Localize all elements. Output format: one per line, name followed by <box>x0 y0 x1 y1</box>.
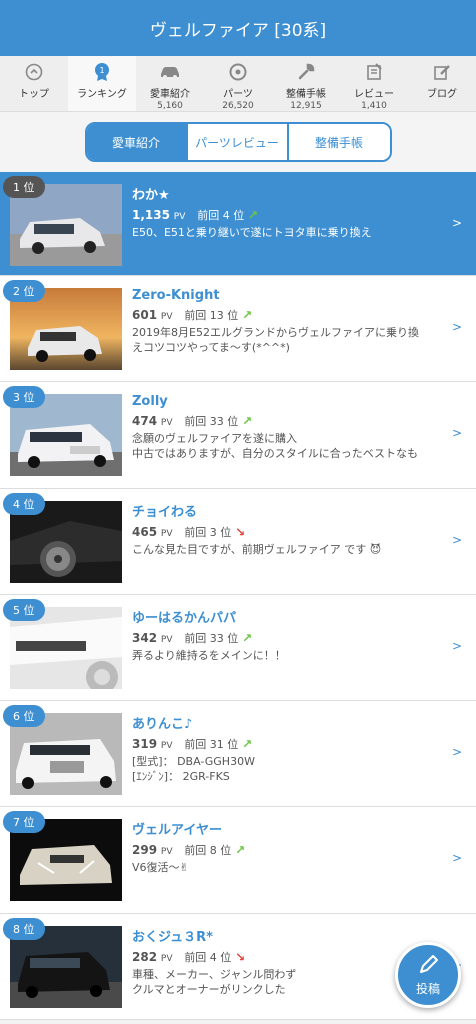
description: [型式]： DBA-GGH30W <box>132 755 255 769</box>
chevron-right-icon: > <box>451 745 462 760</box>
ranking-icon: 1 <box>91 62 113 82</box>
user-name: チョイわる <box>132 504 198 520</box>
segment-parts-review[interactable]: パーツレビュー <box>187 124 289 160</box>
segment-control: 愛車紹介 パーツレビュー 整備手帳 <box>84 122 392 162</box>
user-name: ありんこ♪ <box>132 717 193 733</box>
page-title: ヴェルファイア [30系] <box>149 20 327 41</box>
ranking-item[interactable]: 7 位 ヴェルアイヤー 299 PV 前回 8 位 ↗ V6復活～✌ > <box>0 807 476 914</box>
rank-badge: 1 位 <box>3 176 45 198</box>
ranking-item[interactable]: 3 位 Zolly 474 PV 前回 33 位 ↗ 念願のヴェルファイアを遂に… <box>0 382 476 489</box>
description: 弄るより維持るをメインに！！ <box>132 648 286 662</box>
chevron-right-icon: > <box>451 851 462 866</box>
trend-up-icon: ↗ <box>242 737 253 752</box>
top-icon <box>23 62 45 82</box>
user-name: おくジュ３R* <box>132 929 213 945</box>
rank-badge: 2 位 <box>3 280 45 302</box>
stats-line: 601 PV 前回 13 位 ↗ <box>132 308 253 322</box>
stats-line: 299 PV 前回 8 位 ↗ <box>132 843 246 858</box>
post-button[interactable]: 投稿 <box>395 942 461 1008</box>
tab-blog[interactable]: ブログ <box>408 56 476 111</box>
parts-icon <box>227 62 249 82</box>
ranking-list: 1 位 わか★ 1,135 PV 前回 4 位 ↗ E50、E51と乗り継いで遂… <box>0 172 476 1021</box>
segment-maintenance[interactable]: 整備手帳 <box>288 124 390 160</box>
review-icon <box>363 62 385 82</box>
user-name: わか★ <box>132 188 170 203</box>
trend-up-icon: ↗ <box>242 308 253 322</box>
stats-line: 342 PV 前回 33 位 ↗ <box>132 630 253 645</box>
wrench-icon <box>295 62 317 82</box>
pencil-icon <box>416 953 440 980</box>
chevron-right-icon: > <box>451 426 462 441</box>
stats-line: 474 PV 前回 33 位 ↗ <box>132 414 253 429</box>
ranking-item[interactable]: 5 位 ゆーはるかんパパ 342 PV 前回 33 位 ↗ 弄るより維持るをメイ… <box>0 594 476 702</box>
rank-badge: 5 位 <box>3 598 45 621</box>
ranking-item[interactable]: 4 位 チョイわる 465 PV 前回 3 位 ↘ こんな見た目ですが、前期ヴェ… <box>0 488 476 595</box>
trend-up-icon: ↗ <box>242 630 253 645</box>
trend-down-icon: ↘ <box>235 524 246 539</box>
rank-badge: 8 位 <box>3 917 45 940</box>
svg-text:1: 1 <box>99 66 104 75</box>
user-name: Zero-Knight <box>132 288 220 303</box>
post-button-label: 投稿 <box>415 982 440 996</box>
ranking-item[interactable]: 1 位 わか★ 1,135 PV 前回 4 位 ↗ E50、E51と乗り継いで遂… <box>0 172 476 276</box>
user-name: Zolly <box>132 394 168 410</box>
segment-car-intro[interactable]: 愛車紹介 <box>86 124 188 160</box>
segment-control-wrap: 愛車紹介 パーツレビュー 整備手帳 <box>0 112 476 172</box>
ranking-item[interactable]: 6 位 ありんこ♪ 319 PV 前回 31 位 ↗ [型式]： DBA-GGH… <box>0 701 476 808</box>
description: [ｴﾝｼﾞﾝ]： 2GR-FKS <box>132 770 230 784</box>
description: 中古ではありますが、自分のスタイルに合ったベストなも <box>132 447 418 461</box>
chevron-right-icon: > <box>451 320 462 334</box>
blog-icon <box>431 62 453 82</box>
user-name: ゆーはるかんパパ <box>132 610 237 626</box>
stats-line: 1,135 PV 前回 4 位 ↗ <box>132 208 259 222</box>
tab-parts[interactable]: パーツ 26,520 <box>204 56 272 111</box>
description: 念願のヴェルファイアを遂に購入 <box>132 432 297 446</box>
rank-badge: 3 位 <box>3 386 45 409</box>
tab-review[interactable]: レビュー 1,410 <box>340 56 408 111</box>
tab-top[interactable]: トップ <box>0 56 68 111</box>
user-name: ヴェルアイヤー <box>132 823 222 839</box>
ranking-item[interactable]: 2 位 Zero-Knight 601 PV 前回 13 位 ↗ 2019年8月… <box>0 276 476 383</box>
description: えコツコツやってま～す(*^^*) <box>132 341 290 354</box>
description: 2019年8月E52エルグランドからヴェルファイアに乗り換 <box>132 326 419 339</box>
car-icon <box>159 62 181 82</box>
stats-line: 319 PV 前回 31 位 ↗ <box>132 737 253 752</box>
trend-up-icon: ↗ <box>248 208 259 222</box>
rank-badge: 6 位 <box>3 705 45 728</box>
tab-ranking[interactable]: 1 ランキング <box>68 56 136 111</box>
chevron-right-icon: > <box>451 638 462 653</box>
app-header: ヴェルファイア [30系] <box>0 0 476 56</box>
description: こんな見た目ですが、前期ヴェルファイア です 😈 <box>132 542 382 556</box>
trend-up-icon: ↗ <box>235 843 246 858</box>
trend-down-icon: ↘ <box>235 949 246 964</box>
chevron-right-icon: > <box>451 532 462 547</box>
chevron-right-icon: > <box>451 216 462 230</box>
rank-badge: 7 位 <box>3 811 45 834</box>
category-tabbar: トップ 1 ランキング 愛車紹介 5,160 パーツ 26,520 整備手帳 1… <box>0 56 476 112</box>
tab-maintenance[interactable]: 整備手帳 12,915 <box>272 56 340 111</box>
tab-car-intro[interactable]: 愛車紹介 5,160 <box>136 56 204 111</box>
trend-up-icon: ↗ <box>242 414 253 429</box>
stats-line: 465 PV 前回 3 位 ↘ <box>132 524 246 539</box>
rank-badge: 4 位 <box>3 492 45 515</box>
description: V6復活～✌ <box>132 861 189 875</box>
description: E50、E51と乗り継いで遂にトヨタ車に乗り換え <box>132 226 372 239</box>
